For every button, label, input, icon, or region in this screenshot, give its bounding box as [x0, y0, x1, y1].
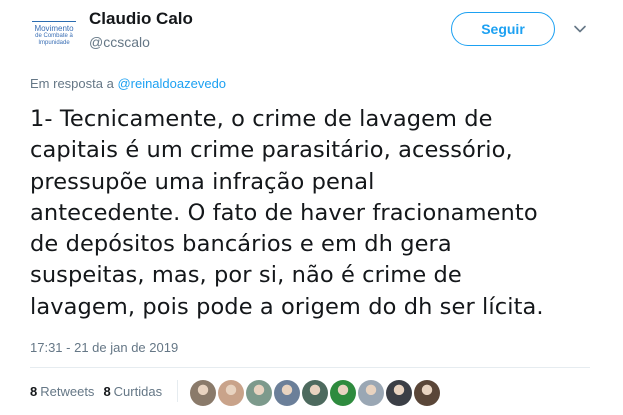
avatar-logo-text: de Combate à [35, 33, 73, 39]
retweets-count: 8 [30, 384, 38, 399]
chevron-down-icon[interactable] [573, 22, 587, 36]
stats-separator [177, 380, 179, 402]
liker-avatar[interactable] [246, 380, 272, 406]
tweet-line: 1- Tecnicamente, o crime de lavagem de [30, 106, 493, 132]
liker-avatar[interactable] [414, 380, 440, 406]
liker-avatar[interactable] [218, 380, 244, 406]
retweets-label: Retweets [40, 384, 95, 399]
tweet-line: antecedente. O fato de haver fracionamen… [30, 199, 538, 226]
avatar-logo-text: Impunidade [38, 40, 70, 46]
author-handle[interactable]: @ccscalo [89, 34, 150, 50]
logo-line [32, 21, 76, 22]
liker-avatar[interactable] [190, 380, 216, 406]
likes-stat[interactable]: 8 Curtidas [103, 384, 162, 402]
author-name[interactable]: Claudio Calo [89, 9, 193, 29]
tweet-line: lavagem, pois pode a origem do dh ser lí… [30, 293, 544, 320]
tweet-line: suspeitas, mas, por si, não é crime de [30, 262, 462, 289]
tweet-line: capitais é um crime parasitário, acessór… [30, 137, 513, 164]
likes-label: Curtidas [113, 384, 163, 399]
liker-avatar[interactable] [386, 380, 412, 406]
liker-avatar[interactable] [302, 380, 328, 406]
reply-context: Em resposta a @reinaldoazevedo [30, 76, 226, 91]
avatar-logo-text: Movimento [34, 24, 74, 33]
author-avatar[interactable]: Movimento de Combate à Impunidade [27, 8, 81, 62]
follow-button[interactable]: Seguir [451, 12, 555, 46]
divider [30, 367, 590, 368]
tweet-text: 1- Tecnicamente, o crime de lavagem de c… [30, 104, 610, 323]
reply-mention-link[interactable]: @reinaldoazevedo [117, 76, 226, 91]
liker-avatar[interactable] [330, 380, 356, 406]
liker-avatar[interactable] [358, 380, 384, 406]
tweet-stats: 8 Retweets 8 Curtidas [30, 380, 179, 402]
tweet-line: pressupõe uma infração penal [30, 168, 375, 195]
tweet-timestamp[interactable]: 17:31 - 21 de jan de 2019 [30, 340, 178, 355]
liker-avatar[interactable] [274, 380, 300, 406]
likes-count: 8 [103, 384, 111, 399]
retweets-stat[interactable]: 8 Retweets [30, 384, 94, 402]
tweet-line: de depósitos bancários e em dh gera [30, 231, 452, 258]
reply-prefix: Em resposta a [30, 76, 118, 91]
likers-avatars [190, 380, 440, 406]
